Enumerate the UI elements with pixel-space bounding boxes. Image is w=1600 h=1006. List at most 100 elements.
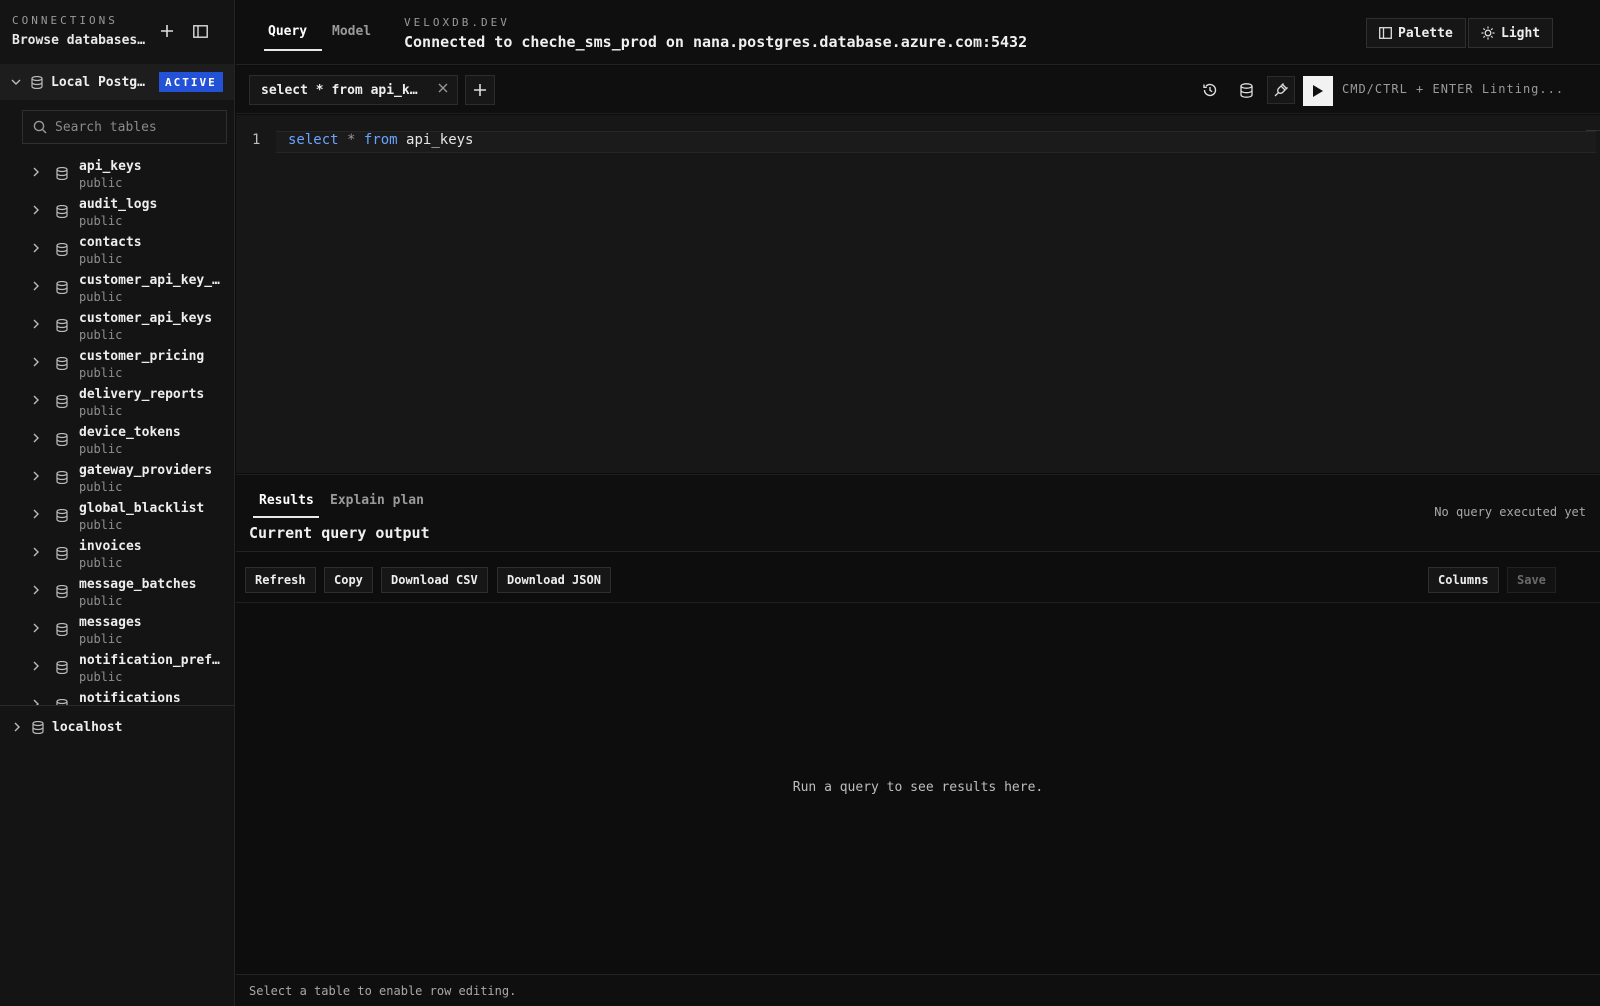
- table-row[interactable]: customer_api_key_… public: [0, 269, 234, 307]
- table-icon: [56, 509, 68, 522]
- disconnect-button[interactable]: [1267, 76, 1295, 104]
- connection-name: localhost: [52, 719, 123, 735]
- table-name: messages: [79, 615, 142, 630]
- table-icon: [56, 281, 68, 294]
- database-icon: [1239, 82, 1253, 98]
- divider: [0, 705, 234, 706]
- table-row[interactable]: customer_api_keys public: [0, 307, 234, 345]
- palette-button[interactable]: Palette: [1366, 18, 1466, 48]
- shortcut-hint: CMD/CTRL + ENTER Linting...: [1342, 82, 1565, 96]
- table-name: notifications: [79, 691, 181, 705]
- table-row[interactable]: delivery_reports public: [0, 383, 234, 421]
- chevron-right-icon[interactable]: [31, 471, 41, 481]
- database-button[interactable]: [1232, 76, 1260, 104]
- chevron-right-icon[interactable]: [31, 243, 41, 253]
- palette-panel-icon: [1379, 27, 1392, 39]
- query-status: No query executed yet: [1434, 505, 1586, 519]
- table-row[interactable]: notificationspublic: [0, 687, 234, 705]
- table-name: device_tokens: [79, 425, 181, 440]
- table-name: global_blacklist: [79, 501, 205, 516]
- results-header: Results Explain plan Current query outpu…: [236, 474, 1600, 552]
- chevron-right-icon[interactable]: [31, 547, 41, 557]
- table-schema: public: [79, 252, 123, 266]
- search-tables-input[interactable]: [55, 119, 215, 135]
- table-schema: public: [79, 404, 123, 418]
- sql-editor[interactable]: 1 select * from api_keys: [236, 115, 1600, 473]
- table-name: gateway_providers: [79, 463, 213, 478]
- toggle-sidebar-button[interactable]: [189, 20, 211, 42]
- table-row[interactable]: customer_pricing public: [0, 345, 234, 383]
- table-row[interactable]: api_keys public: [0, 155, 234, 193]
- plus-icon: [161, 25, 173, 37]
- refresh-button[interactable]: Refresh: [245, 567, 316, 593]
- chevron-right-icon[interactable]: [31, 395, 41, 405]
- query-tab-label: select * from api_k…: [261, 82, 418, 98]
- table-schema: public: [79, 480, 123, 494]
- table-row[interactable]: invoices public: [0, 535, 234, 573]
- new-query-tab-button[interactable]: [465, 75, 495, 105]
- tab-query[interactable]: Query: [268, 24, 307, 39]
- table-name: customer_api_keys: [79, 311, 213, 326]
- table-schema: public: [79, 214, 123, 228]
- chevron-right-icon[interactable]: [31, 205, 41, 215]
- chevron-right-icon[interactable]: [31, 281, 41, 291]
- query-tab[interactable]: select * from api_k…: [249, 75, 458, 105]
- theme-toggle-button[interactable]: Light: [1468, 18, 1554, 48]
- connection-name: Local Postg…: [51, 74, 145, 90]
- table-icon: [56, 471, 68, 484]
- active-tab-indicator: [253, 516, 319, 518]
- table-schema: public: [79, 594, 123, 608]
- table-row[interactable]: contacts public: [0, 231, 234, 269]
- chevron-right-icon[interactable]: [31, 167, 41, 177]
- play-icon: [1313, 85, 1323, 97]
- database-icon: [32, 720, 44, 734]
- table-name: api_keys: [79, 159, 142, 174]
- sun-icon: [1481, 26, 1495, 40]
- chevron-right-icon[interactable]: [31, 509, 41, 519]
- palette-label: Palette: [1398, 25, 1453, 41]
- copy-button[interactable]: Copy: [324, 567, 373, 593]
- table-name: customer_api_key_…: [79, 273, 220, 288]
- run-query-button[interactable]: [1303, 76, 1333, 106]
- table-row[interactable]: gateway_providerspublic: [0, 459, 234, 497]
- table-row[interactable]: global_blacklist public: [0, 497, 234, 535]
- table-icon: [56, 319, 68, 332]
- chevron-right-icon[interactable]: [31, 357, 41, 367]
- download-csv-button[interactable]: Download CSV: [381, 567, 488, 593]
- add-connection-button[interactable]: [156, 20, 178, 42]
- history-button[interactable]: [1196, 76, 1224, 104]
- chevron-right-icon[interactable]: [31, 661, 41, 671]
- table-search[interactable]: [22, 110, 227, 144]
- table-list: api_keys public audit_logs public contacts pu…: [0, 155, 234, 705]
- table-icon: [56, 395, 68, 408]
- chevron-right-icon[interactable]: [31, 433, 41, 443]
- chevron-right-icon[interactable]: [31, 585, 41, 595]
- connection-localhost[interactable]: localhost: [0, 712, 234, 742]
- table-row[interactable]: messages public: [0, 611, 234, 649]
- connection-local-postgres[interactable]: Local Postg… ACTIVE: [0, 64, 234, 100]
- brand-label: VELOXDB.DEV: [404, 16, 510, 29]
- current-line-highlight: [276, 131, 1596, 153]
- chevron-right-icon[interactable]: [31, 319, 41, 329]
- table-icon: [56, 205, 68, 218]
- table-row[interactable]: device_tokens public: [0, 421, 234, 459]
- table-name: customer_pricing: [79, 349, 205, 364]
- sidebar: CONNECTIONS Browse databases… Local Post…: [0, 0, 235, 1006]
- identifier-table: api_keys: [406, 132, 474, 148]
- tab-results[interactable]: Results: [259, 493, 314, 508]
- table-row[interactable]: audit_logs public: [0, 193, 234, 231]
- connection-info: Connected to cheche_sms_prod on nana.pos…: [404, 33, 1028, 51]
- chevron-down-icon: [11, 77, 21, 87]
- columns-button[interactable]: Columns: [1428, 567, 1499, 593]
- table-name: message_batches: [79, 577, 197, 592]
- tab-explain-plan[interactable]: Explain plan: [330, 493, 424, 508]
- tab-model[interactable]: Model: [332, 24, 371, 39]
- chevron-right-icon[interactable]: [31, 623, 41, 633]
- code-line[interactable]: select * from api_keys: [288, 132, 473, 148]
- download-json-button[interactable]: Download JSON: [497, 567, 611, 593]
- table-icon: [56, 243, 68, 256]
- save-button[interactable]: Save: [1507, 567, 1556, 593]
- close-icon[interactable]: [437, 82, 449, 94]
- table-row[interactable]: notification_pref… public: [0, 649, 234, 687]
- table-row[interactable]: message_batchespublic: [0, 573, 234, 611]
